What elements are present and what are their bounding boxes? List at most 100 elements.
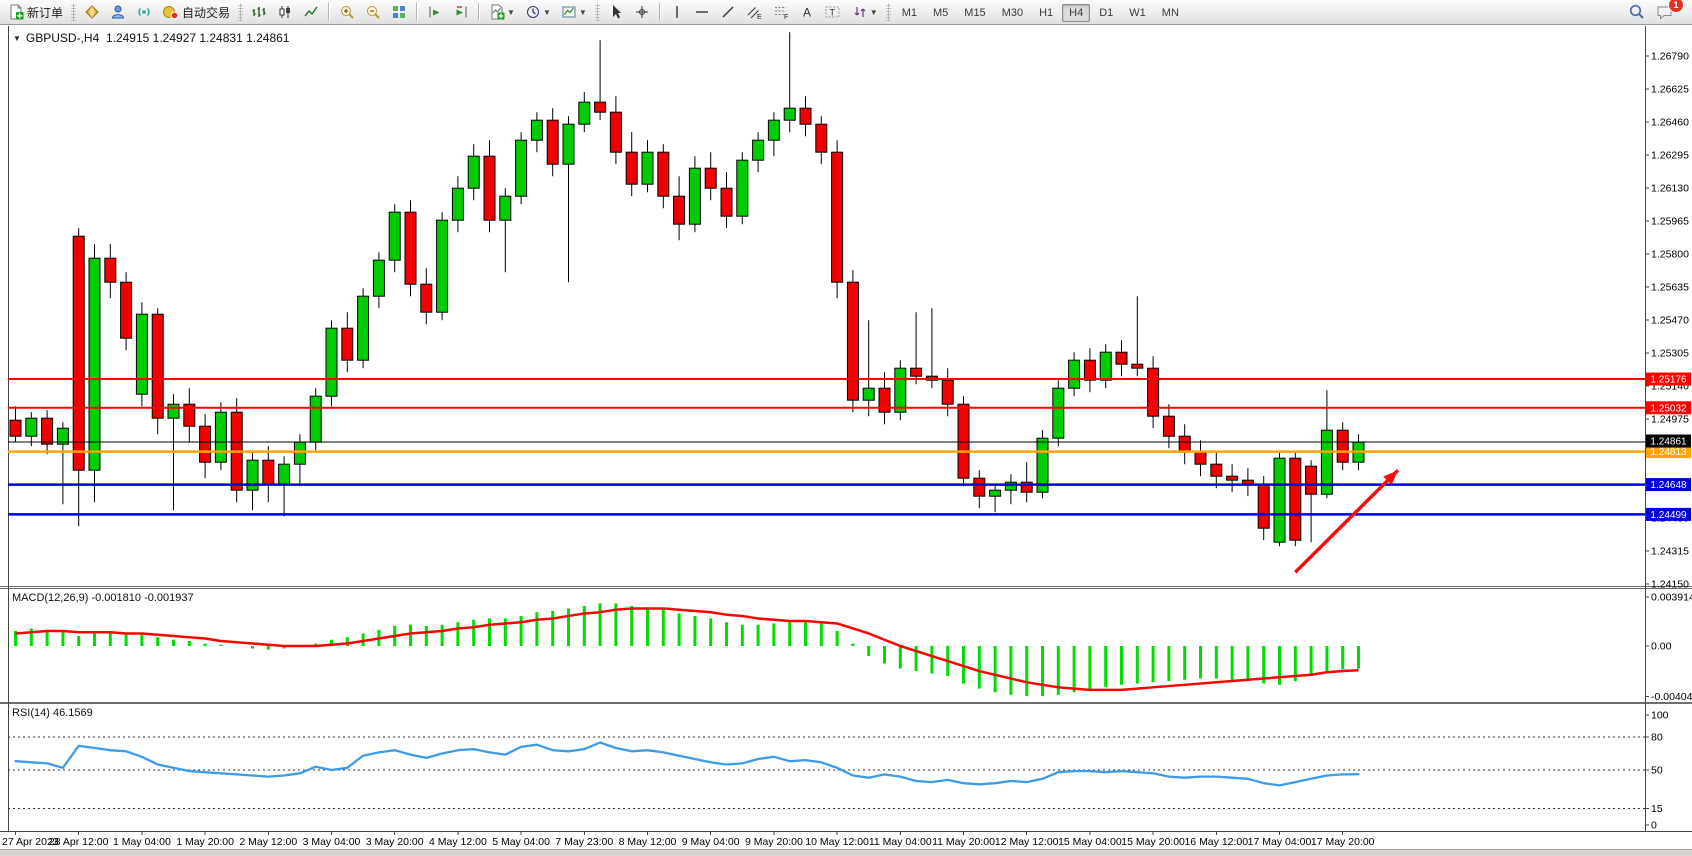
chart-canvas[interactable]: 1.267901.266251.264601.262951.261301.259… — [0, 0, 1692, 855]
line-chart-mode-button[interactable] — [299, 1, 323, 24]
candlestick-mode-button[interactable] — [273, 1, 297, 24]
zoom-in-button[interactable] — [335, 1, 359, 24]
timeframe-button-M1[interactable]: M1 — [895, 4, 924, 22]
signals-button[interactable] — [132, 1, 156, 24]
trendline-tool-button[interactable] — [716, 1, 740, 24]
candle-body — [563, 124, 574, 164]
candle-body — [642, 152, 653, 184]
candle-body — [816, 124, 827, 152]
vertical-line-tool-button[interactable] — [666, 1, 688, 24]
chart-info-line: ▼GBPUSD-,H4 1.24915 1.24927 1.24831 1.24… — [13, 31, 289, 45]
clock-icon — [525, 4, 541, 20]
candle-body — [768, 120, 779, 140]
chart-menu-arrow-icon[interactable]: ▼ — [13, 34, 21, 43]
svg-text:1.24975: 1.24975 — [1651, 414, 1689, 426]
time-axis-label: 15 May 20:00 — [1121, 836, 1185, 848]
time-axis-label: 3 May 20:00 — [366, 836, 424, 848]
text-tool-button[interactable]: A — [796, 1, 818, 24]
svg-text:A: A — [803, 6, 811, 20]
time-axis-label: 1 May 20:00 — [176, 836, 234, 848]
text-label-tool-button[interactable]: T — [820, 1, 846, 24]
dropdown-caret-icon: ▼ — [507, 8, 515, 17]
search-button[interactable] — [1624, 1, 1650, 24]
time-axis-label: 28 Apr 12:00 — [49, 836, 109, 848]
zoom-in-icon — [339, 4, 355, 20]
channel-tool-button[interactable]: E — [742, 1, 767, 24]
templates-button[interactable]: ▼ — [557, 1, 591, 24]
svg-text:1.25470: 1.25470 — [1651, 315, 1689, 327]
candle-body — [1290, 458, 1301, 540]
autoscroll-button[interactable] — [423, 1, 447, 24]
svg-text:1.25965: 1.25965 — [1651, 216, 1689, 228]
tile-windows-button[interactable] — [387, 1, 411, 24]
candle-body — [358, 296, 369, 360]
timeframe-button-MN[interactable]: MN — [1155, 4, 1186, 22]
candle-body — [484, 156, 495, 220]
svg-text:1.24813: 1.24813 — [1650, 447, 1687, 458]
autotrading-label: 自动交易 — [182, 4, 230, 21]
candle-body — [1274, 458, 1285, 542]
time-axis-label: 15 May 04:00 — [1058, 836, 1122, 848]
time-axis-label: 4 May 12:00 — [429, 836, 487, 848]
svg-text:1.24499: 1.24499 — [1650, 510, 1687, 521]
fibonacci-tool-button[interactable]: F — [769, 1, 794, 24]
indicators-button[interactable]: ▼ — [485, 1, 519, 24]
candle-body — [1337, 430, 1348, 462]
autotrading-button[interactable]: 自动交易 — [158, 1, 234, 24]
svg-text:1.26625: 1.26625 — [1651, 84, 1689, 96]
timeframe-button-W1[interactable]: W1 — [1122, 4, 1153, 22]
time-axis-label: 10 May 12:00 — [805, 836, 869, 848]
toolbar-separator — [478, 3, 480, 21]
candle-body — [595, 102, 606, 112]
candle-body — [1100, 352, 1111, 380]
candle-body — [863, 388, 874, 400]
candle-body — [468, 156, 479, 188]
candle-body — [1258, 484, 1269, 528]
svg-text:0.00: 0.00 — [1651, 641, 1672, 653]
timeframe-button-D1[interactable]: D1 — [1092, 4, 1120, 22]
timeframe-button-H1[interactable]: H1 — [1032, 4, 1060, 22]
candle-body — [658, 152, 669, 196]
candle-body — [847, 282, 858, 400]
arrows-tool-button[interactable]: ▼ — [848, 1, 882, 24]
cursor-tool-button[interactable] — [604, 1, 628, 24]
candle-body — [42, 418, 53, 444]
profile-button[interactable] — [106, 1, 130, 24]
candle-body — [326, 328, 337, 396]
zoom-out-button[interactable] — [361, 1, 385, 24]
horizontal-line-tool-button[interactable] — [690, 1, 714, 24]
periods-button[interactable]: ▼ — [521, 1, 555, 24]
horizontal-line-icon — [694, 4, 710, 20]
tile-windows-icon — [391, 4, 407, 20]
price-labels-layer: 1.251761.250321.248131.246481.244991.248… — [1646, 373, 1691, 521]
candle-body — [105, 258, 116, 282]
new-order-button[interactable]: 新订单 — [4, 1, 67, 24]
crosshair-tool-button[interactable] — [630, 1, 654, 24]
timeframe-button-M15[interactable]: M15 — [957, 4, 992, 22]
svg-text:80: 80 — [1651, 732, 1663, 744]
candle-body — [990, 490, 1001, 496]
time-axis-label: 3 May 04:00 — [303, 836, 361, 848]
candle-body — [389, 212, 400, 260]
time-axis-label: 2 May 12:00 — [239, 836, 297, 848]
candle-body — [73, 236, 84, 470]
timeframe-button-M30[interactable]: M30 — [995, 4, 1030, 22]
dropdown-caret-icon: ▼ — [870, 8, 878, 17]
bar-chart-mode-button[interactable] — [247, 1, 271, 24]
axes-layer: 1.267901.266251.264601.262951.261301.259… — [0, 26, 1692, 848]
timeframe-toolbar: M1M5M15M30H1H4D1W1MN — [894, 3, 1187, 21]
chart-shift-button[interactable] — [449, 1, 473, 24]
svg-text:1.24315: 1.24315 — [1651, 546, 1689, 558]
candle-body — [136, 314, 147, 394]
candle-body — [1053, 388, 1064, 438]
toolbar-grip — [71, 3, 76, 21]
chat-button[interactable]: 1 — [1652, 1, 1679, 24]
candle-body — [531, 120, 542, 140]
timeframe-button-H4[interactable]: H4 — [1062, 4, 1090, 22]
crosshair-icon — [634, 4, 650, 20]
candle-body — [500, 196, 511, 220]
deposit-diamond-button[interactable] — [80, 1, 104, 24]
timeframe-button-M5[interactable]: M5 — [926, 4, 955, 22]
rsi-indicator-label: RSI(14) 46.1569 — [12, 707, 93, 719]
main-toolbar: 新订单 自动交易 ▼ ▼ ▼ E F A T ▼ M1M5M15M30H1H4D… — [0, 0, 1692, 25]
